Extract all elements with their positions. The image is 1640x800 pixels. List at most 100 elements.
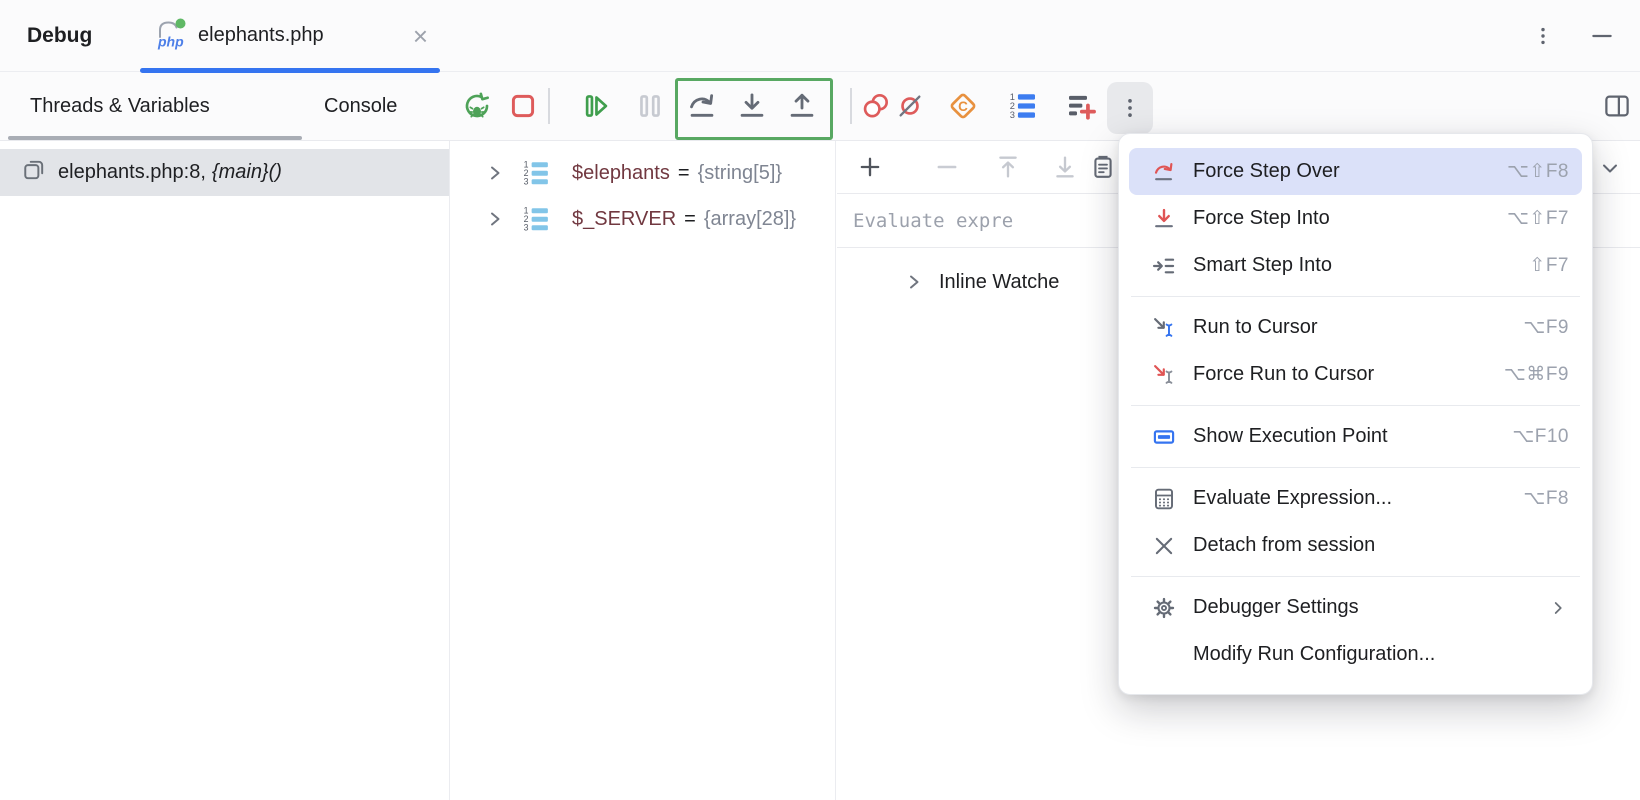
force-step-into-icon (1151, 206, 1177, 232)
force-run-to-cursor-icon (1151, 362, 1177, 388)
chevron-right-icon[interactable] (484, 162, 506, 184)
menu-item-label: Run to Cursor (1193, 316, 1318, 339)
move-down-icon[interactable] (1049, 151, 1081, 183)
menu-item-smart-step-into[interactable]: Smart Step Into ⇧F7 (1129, 242, 1582, 289)
close-icon[interactable]: × (413, 23, 428, 49)
stack-frame-icon (22, 158, 46, 188)
chevron-right-icon[interactable] (903, 271, 925, 293)
settings-gear-icon (1151, 595, 1177, 621)
mute-breakpoints-icon[interactable] (891, 87, 929, 125)
minimize-icon[interactable] (1588, 22, 1616, 50)
resume-icon[interactable] (578, 87, 616, 125)
tab-label: elephants.php (198, 24, 324, 47)
step-out-icon[interactable] (783, 87, 821, 125)
remove-watch-icon[interactable] (931, 151, 963, 183)
copy-icon[interactable] (1087, 151, 1119, 183)
variable-name: $_SERVER (572, 208, 676, 231)
show-values-inline-icon[interactable]: 1 2 3 (1004, 87, 1042, 125)
menu-item-show-execution-point[interactable]: Show Execution Point ⌥F10 (1129, 413, 1582, 460)
equals-sign: = (678, 162, 690, 185)
menu-item-run-to-cursor[interactable]: Run to Cursor ⌥F9 (1129, 304, 1582, 351)
detach-icon (1151, 533, 1177, 559)
empty-icon-slot (1151, 642, 1177, 668)
variable-name: $elephants (572, 162, 670, 185)
tab-console-label: Console (324, 95, 397, 118)
add-watch-icon[interactable] (854, 151, 886, 183)
debug-tool-window: Debug php elephants.php × Threads & (0, 0, 1640, 800)
svg-text:3: 3 (524, 223, 529, 233)
new-watch-icon[interactable] (1062, 87, 1100, 125)
menu-item-label: Detach from session (1193, 534, 1375, 557)
toolbar-separator (548, 88, 550, 124)
frame-function: {main}() (212, 161, 282, 184)
svg-text:php: php (157, 34, 184, 50)
rerun-debug-icon[interactable] (458, 87, 496, 125)
array-type-icon: 1 2 3 (520, 204, 552, 234)
submenu-chevron-icon (1547, 597, 1569, 619)
menu-item-label: Smart Step Into (1193, 254, 1332, 277)
tab-console[interactable]: Console (314, 72, 407, 140)
toolbar-separator (850, 88, 852, 124)
menu-item-detach-from-session[interactable]: Detach from session (1129, 522, 1582, 569)
frame-location: elephants.php:8, (58, 161, 206, 184)
pause-icon[interactable] (631, 87, 669, 125)
frames-panel: elephants.php:8, {main}() (0, 141, 450, 800)
equals-sign: = (684, 208, 696, 231)
menu-separator (1131, 576, 1580, 577)
variables-panel: 1 2 3 $elephants = {string[5]} (450, 141, 836, 800)
debugger-toolbar: Threads & Variables Console (0, 72, 1640, 141)
menu-item-shortcut: ⌥F9 (1523, 316, 1569, 339)
more-options-icon[interactable] (1107, 82, 1153, 134)
titlebar: Debug php elephants.php × (0, 0, 1640, 72)
chevron-right-icon[interactable] (484, 208, 506, 230)
menu-separator (1131, 296, 1580, 297)
menu-item-label: Force Step Over (1193, 160, 1340, 183)
menu-item-label: Debugger Settings (1193, 596, 1359, 619)
php-force-break-icon[interactable]: C (944, 87, 982, 125)
menu-item-force-run-to-cursor[interactable]: Force Run to Cursor ⌥⌘F9 (1129, 351, 1582, 398)
smart-step-into-icon (1151, 253, 1177, 279)
tab-threads-variables[interactable]: Threads & Variables (8, 72, 302, 140)
php-file-icon: php (152, 16, 190, 55)
menu-separator (1131, 405, 1580, 406)
move-up-icon[interactable] (992, 151, 1024, 183)
menu-item-label: Modify Run Configuration... (1193, 643, 1435, 666)
menu-item-modify-run-configuration[interactable]: Modify Run Configuration... (1129, 631, 1582, 678)
svg-text:3: 3 (1010, 110, 1015, 120)
show-execution-point-icon (1151, 424, 1177, 450)
stop-icon[interactable] (504, 87, 542, 125)
menu-item-shortcut: ⇧F7 (1529, 254, 1569, 277)
kebab-icon[interactable] (1529, 22, 1557, 50)
variable-value: {string[5]} (698, 162, 783, 185)
frame-row[interactable]: elephants.php:8, {main}() (0, 149, 449, 196)
force-step-over-icon (1151, 159, 1177, 185)
menu-item-shortcut: ⌥⌘F9 (1504, 363, 1569, 386)
tab-elephants-php[interactable]: php elephants.php × (140, 0, 440, 71)
step-into-icon[interactable] (733, 87, 771, 125)
menu-item-shortcut: ⌥F8 (1523, 487, 1569, 510)
menu-item-debugger-settings[interactable]: Debugger Settings (1129, 584, 1582, 631)
variable-value: {array[28]} (704, 208, 796, 231)
active-tab-underline (140, 68, 440, 73)
inline-watches-label: Inline Watche (939, 271, 1059, 294)
inline-watches-row[interactable]: Inline Watche (837, 259, 1059, 305)
evaluate-expression-icon (1151, 486, 1177, 512)
step-over-icon[interactable] (683, 87, 721, 125)
menu-item-shortcut: ⌥⇧F7 (1507, 207, 1569, 230)
chevron-down-icon[interactable] (1598, 156, 1622, 185)
window-title: Debug (27, 0, 92, 71)
variable-row[interactable]: 1 2 3 $elephants = {string[5]} (450, 150, 835, 196)
tab-threads-variables-label: Threads & Variables (30, 95, 210, 118)
run-to-cursor-icon (1151, 315, 1177, 341)
variable-row[interactable]: 1 2 3 $_SERVER = {array[28]} (450, 196, 835, 242)
view-breakpoints-icon[interactable] (857, 87, 895, 125)
menu-item-force-step-over[interactable]: Force Step Over ⌥⇧F8 (1129, 148, 1582, 195)
svg-text:C: C (958, 99, 968, 114)
menu-item-label: Show Execution Point (1193, 425, 1388, 448)
layout-icon[interactable] (1600, 89, 1634, 123)
menu-item-label: Force Step Into (1193, 207, 1330, 230)
menu-item-label: Evaluate Expression... (1193, 487, 1392, 510)
menu-item-evaluate-expression[interactable]: Evaluate Expression... ⌥F8 (1129, 475, 1582, 522)
menu-item-force-step-into[interactable]: Force Step Into ⌥⇧F7 (1129, 195, 1582, 242)
menu-separator (1131, 467, 1580, 468)
